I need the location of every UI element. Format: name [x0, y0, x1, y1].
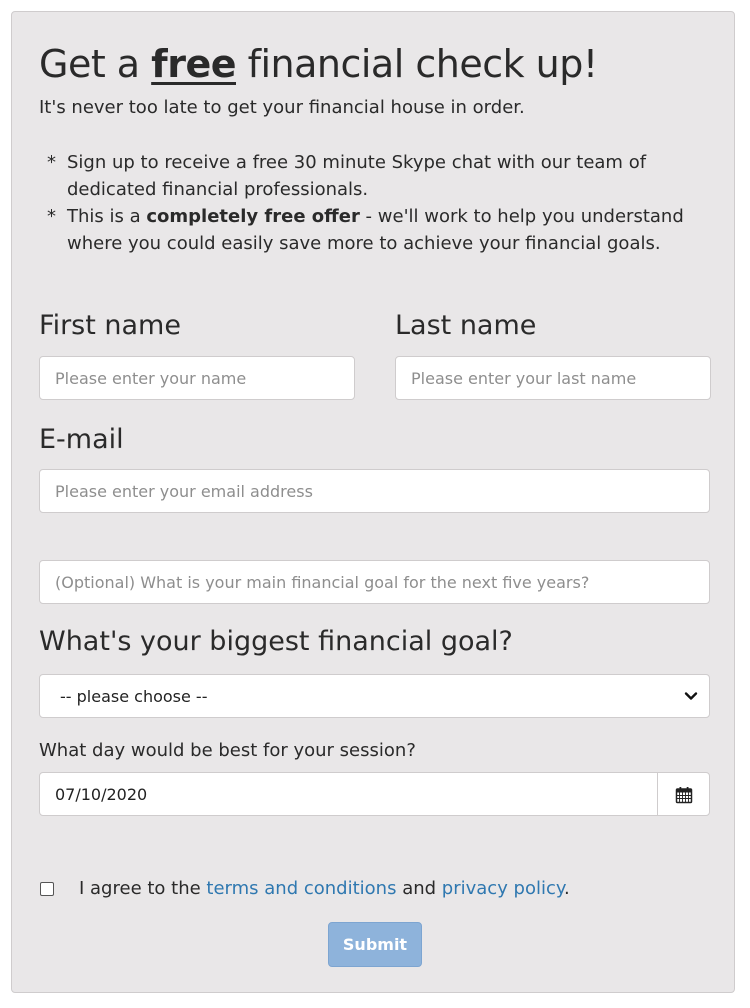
agree-text-middle: and: [396, 878, 442, 899]
title-text-before: Get a: [39, 42, 152, 86]
bullet-marker: *: [47, 152, 56, 173]
chevron-down-icon: [684, 692, 698, 700]
last-name-label: Last name: [395, 310, 537, 341]
page-subtitle: It's never too late to get your financia…: [39, 97, 525, 118]
last-name-input[interactable]: [395, 356, 711, 400]
calendar-icon: [675, 787, 693, 804]
email-input[interactable]: [39, 469, 710, 513]
bullet-marker: *: [47, 206, 56, 227]
email-label: E-mail: [39, 424, 124, 455]
title-text-after: financial check up!: [236, 42, 599, 86]
session-date-input[interactable]: [39, 772, 658, 816]
goal-select-value: -- please choose --: [60, 687, 208, 706]
goal-select-label: What's your biggest financial goal?: [39, 626, 513, 657]
session-date-group: [39, 772, 710, 816]
session-date-label: What day would be best for your session?: [39, 740, 416, 761]
goal-select[interactable]: -- please choose --: [39, 674, 710, 718]
first-name-label: First name: [39, 310, 181, 341]
first-name-input[interactable]: [39, 356, 355, 400]
agree-text-before: I agree to the: [79, 878, 207, 899]
title-emphasis: free: [151, 42, 236, 86]
page-title: Get a free financial check up!: [39, 42, 598, 86]
bullet-text: Sign up to receive a free 30 minute Skyp…: [67, 152, 647, 200]
agree-checkbox[interactable]: [40, 882, 54, 896]
bullet-item: * This is a completely free offer - we'l…: [47, 203, 707, 257]
terms-link[interactable]: terms and conditions: [206, 878, 396, 899]
privacy-policy-link[interactable]: privacy policy: [442, 878, 564, 899]
submit-button[interactable]: Submit: [328, 922, 422, 967]
bullet-text-before: This is a: [67, 206, 147, 227]
calendar-button[interactable]: [657, 772, 710, 816]
financial-goal-text-input[interactable]: [39, 560, 710, 604]
agree-text: I agree to the terms and conditions and …: [79, 878, 570, 899]
offer-bullet-list: * Sign up to receive a free 30 minute Sk…: [47, 149, 707, 257]
agree-text-after: .: [563, 878, 570, 899]
signup-form-card: Get a free financial check up! It's neve…: [11, 11, 735, 993]
bullet-item: * Sign up to receive a free 30 minute Sk…: [47, 149, 707, 203]
bullet-text-bold: completely free offer: [146, 206, 360, 227]
